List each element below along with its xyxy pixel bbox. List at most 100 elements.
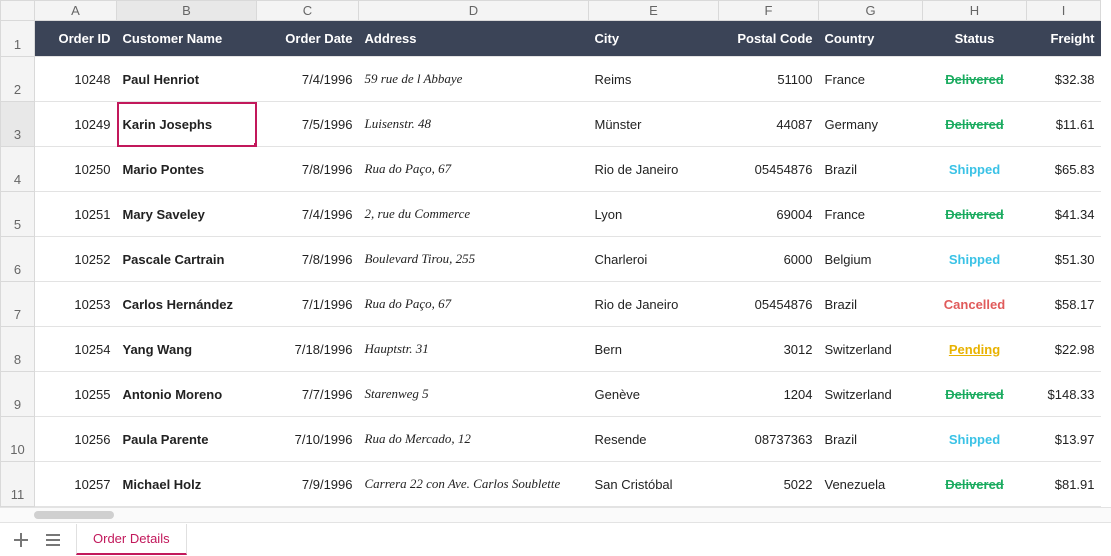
- cell-postal[interactable]: 69004: [719, 192, 819, 237]
- row-header-4[interactable]: 4: [1, 147, 35, 192]
- cell-order-date[interactable]: 7/8/1996: [257, 147, 359, 192]
- cell-status[interactable]: Cancelled: [923, 282, 1027, 327]
- cell-order-id[interactable]: 10248: [35, 57, 117, 102]
- cell-country[interactable]: France: [819, 192, 923, 237]
- all-sheets-button[interactable]: [44, 531, 62, 549]
- cell-city[interactable]: Genève: [589, 372, 719, 417]
- cell-freight[interactable]: $22.98: [1027, 327, 1101, 372]
- add-sheet-button[interactable]: [12, 531, 30, 549]
- cell-city[interactable]: Bern: [589, 327, 719, 372]
- cell-status[interactable]: Pending: [923, 327, 1027, 372]
- cell-country[interactable]: Brazil: [819, 282, 923, 327]
- header-country[interactable]: Country: [819, 21, 923, 57]
- row-header-2[interactable]: 2: [1, 57, 35, 102]
- header-order-date[interactable]: Order Date: [257, 21, 359, 57]
- cell-order-id[interactable]: 10253: [35, 282, 117, 327]
- cell-city[interactable]: Rio de Janeiro: [589, 147, 719, 192]
- cell-freight[interactable]: $13.97: [1027, 417, 1101, 462]
- col-header-H[interactable]: H: [923, 1, 1027, 21]
- cell-customer[interactable]: Antonio Moreno: [117, 372, 257, 417]
- row-header-5[interactable]: 5: [1, 192, 35, 237]
- header-order-id[interactable]: Order ID: [35, 21, 117, 57]
- cell-customer[interactable]: Michael Holz: [117, 462, 257, 507]
- cell-order-id[interactable]: 10257: [35, 462, 117, 507]
- cell-address[interactable]: Hauptstr. 31: [359, 327, 589, 372]
- cell-status[interactable]: Delivered: [923, 102, 1027, 147]
- sheet-tab-active[interactable]: Order Details: [76, 524, 187, 555]
- col-header-D[interactable]: D: [359, 1, 589, 21]
- row-header-9[interactable]: 9: [1, 372, 35, 417]
- cell-status[interactable]: Delivered: [923, 462, 1027, 507]
- cell-status[interactable]: Delivered: [923, 372, 1027, 417]
- cell-postal[interactable]: 5022: [719, 462, 819, 507]
- cell-address[interactable]: Rua do Paço, 67: [359, 147, 589, 192]
- spreadsheet-grid[interactable]: A B C D E F G H I 1 Order ID Customer Na…: [0, 0, 1111, 507]
- cell-order-id[interactable]: 10254: [35, 327, 117, 372]
- cell-customer-selected[interactable]: Karin Josephs: [117, 102, 257, 147]
- cell-order-id[interactable]: 10250: [35, 147, 117, 192]
- cell-postal[interactable]: 08737363: [719, 417, 819, 462]
- header-city[interactable]: City: [589, 21, 719, 57]
- header-customer[interactable]: Customer Name: [117, 21, 257, 57]
- cell-status[interactable]: Shipped: [923, 147, 1027, 192]
- cell-customer[interactable]: Paula Parente: [117, 417, 257, 462]
- select-all-corner[interactable]: [1, 1, 35, 21]
- cell-postal[interactable]: 44087: [719, 102, 819, 147]
- header-postal[interactable]: Postal Code: [719, 21, 819, 57]
- cell-freight[interactable]: $51.30: [1027, 237, 1101, 282]
- row-header-8[interactable]: 8: [1, 327, 35, 372]
- cell-status[interactable]: Delivered: [923, 192, 1027, 237]
- cell-order-id[interactable]: 10255: [35, 372, 117, 417]
- cell-order-date[interactable]: 7/4/1996: [257, 57, 359, 102]
- row-header-10[interactable]: 10: [1, 417, 35, 462]
- cell-postal[interactable]: 1204: [719, 372, 819, 417]
- cell-order-date[interactable]: 7/8/1996: [257, 237, 359, 282]
- cell-country[interactable]: Switzerland: [819, 327, 923, 372]
- col-header-G[interactable]: G: [819, 1, 923, 21]
- cell-postal[interactable]: 3012: [719, 327, 819, 372]
- col-header-A[interactable]: A: [35, 1, 117, 21]
- cell-order-id[interactable]: 10252: [35, 237, 117, 282]
- cell-customer[interactable]: Pascale Cartrain: [117, 237, 257, 282]
- cell-country[interactable]: Belgium: [819, 237, 923, 282]
- cell-status[interactable]: Delivered: [923, 57, 1027, 102]
- row-header-7[interactable]: 7: [1, 282, 35, 327]
- cell-country[interactable]: Brazil: [819, 147, 923, 192]
- cell-city[interactable]: Lyon: [589, 192, 719, 237]
- row-header-6[interactable]: 6: [1, 237, 35, 282]
- cell-customer[interactable]: Mario Pontes: [117, 147, 257, 192]
- cell-city[interactable]: Charleroi: [589, 237, 719, 282]
- cell-freight[interactable]: $81.91: [1027, 462, 1101, 507]
- scrollbar-thumb[interactable]: [34, 511, 114, 519]
- cell-order-date[interactable]: 7/18/1996: [257, 327, 359, 372]
- cell-city[interactable]: Reims: [589, 57, 719, 102]
- row-header-3[interactable]: 3: [1, 102, 35, 147]
- cell-country[interactable]: Germany: [819, 102, 923, 147]
- cell-city[interactable]: Rio de Janeiro: [589, 282, 719, 327]
- cell-country[interactable]: Switzerland: [819, 372, 923, 417]
- cell-order-date[interactable]: 7/1/1996: [257, 282, 359, 327]
- cell-postal[interactable]: 05454876: [719, 282, 819, 327]
- cell-freight[interactable]: $58.17: [1027, 282, 1101, 327]
- cell-freight[interactable]: $148.33: [1027, 372, 1101, 417]
- cell-freight[interactable]: $11.61: [1027, 102, 1101, 147]
- cell-order-id[interactable]: 10249: [35, 102, 117, 147]
- cell-postal[interactable]: 6000: [719, 237, 819, 282]
- cell-address[interactable]: 2, rue du Commerce: [359, 192, 589, 237]
- row-header-1[interactable]: 1: [1, 21, 35, 57]
- col-header-F[interactable]: F: [719, 1, 819, 21]
- cell-country[interactable]: Venezuela: [819, 462, 923, 507]
- cell-city[interactable]: San Cristóbal: [589, 462, 719, 507]
- cell-address[interactable]: Boulevard Tirou, 255: [359, 237, 589, 282]
- cell-freight[interactable]: $65.83: [1027, 147, 1101, 192]
- cell-order-date[interactable]: 7/5/1996: [257, 102, 359, 147]
- cell-country[interactable]: Brazil: [819, 417, 923, 462]
- col-header-I[interactable]: I: [1027, 1, 1101, 21]
- header-freight[interactable]: Freight: [1027, 21, 1101, 57]
- row-header-11[interactable]: 11: [1, 462, 35, 507]
- cell-address[interactable]: Luisenstr. 48: [359, 102, 589, 147]
- cell-city[interactable]: Resende: [589, 417, 719, 462]
- cell-address[interactable]: Carrera 22 con Ave. Carlos Soublette: [359, 462, 589, 507]
- header-address[interactable]: Address: [359, 21, 589, 57]
- cell-status[interactable]: Shipped: [923, 417, 1027, 462]
